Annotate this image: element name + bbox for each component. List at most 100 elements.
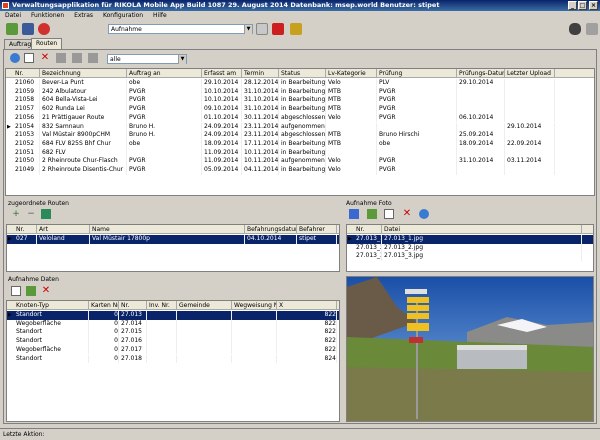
- table-row[interactable]: 21057 602 Runda Lei PVGR 09.10.2014 31.10.20…: [6, 105, 594, 114]
- column-header[interactable]: Befahrungsdatum: [245, 225, 297, 234]
- photo-view-icon[interactable]: [349, 209, 359, 219]
- save-icon[interactable]: [22, 23, 34, 35]
- menu-hilfe[interactable]: Hilfe: [153, 12, 167, 19]
- table-row[interactable]: 21050 2 Rheinroute Chur-Flasch PVGR 11.09.2…: [6, 157, 594, 166]
- column-header[interactable]: Nr.: [119, 301, 147, 310]
- table-row[interactable]: Standort 0 27.016 822: [7, 337, 339, 346]
- table-row[interactable]: 21053 Val Müstair 8900pCHM Bruno H. 24.09.2…: [6, 131, 594, 140]
- table-row[interactable]: 27.013_2 27.013_2.jpg: [347, 243, 593, 253]
- close-button[interactable]: ×: [589, 1, 598, 10]
- binoculars-icon[interactable]: [569, 23, 581, 35]
- add-icon[interactable]: +: [11, 209, 21, 219]
- table-row[interactable]: 21054 832 Samnaun Bruno H. 24.09.2014 23.11.…: [6, 122, 594, 132]
- column-header[interactable]: Name: [90, 225, 245, 234]
- column-header[interactable]: Prüfungs-Datum: [457, 69, 505, 78]
- settings-icon[interactable]: [586, 23, 598, 35]
- column-header[interactable]: Lv-Kategorie: [326, 69, 377, 78]
- menu-extras[interactable]: Extras: [74, 12, 93, 19]
- column-header[interactable]: Wegweisung Nr.: [232, 301, 277, 310]
- data-delete-icon[interactable]: ✕: [41, 286, 51, 296]
- delete-icon[interactable]: ✕: [40, 53, 50, 63]
- table-cell: in Bearbeitung: [281, 105, 326, 114]
- table-row[interactable]: 027 Veloland Val Müstair 17800p 04.10.2014 s…: [7, 235, 339, 244]
- menu-datei[interactable]: Datei: [5, 12, 21, 19]
- map-icon[interactable]: [41, 209, 51, 219]
- table-cell: PVGR: [127, 166, 202, 175]
- column-header[interactable]: Letzter Upload: [505, 69, 555, 78]
- photo-delete-icon[interactable]: ✕: [402, 209, 412, 219]
- table-cell: PVGR: [127, 113, 202, 123]
- column-header[interactable]: Nr.: [354, 225, 382, 234]
- table-cell: [177, 354, 232, 364]
- upload-icon[interactable]: [56, 53, 66, 63]
- tab-routen[interactable]: Routen: [31, 38, 63, 49]
- menu-konfiguration[interactable]: Konfiguration: [103, 12, 143, 19]
- new-document-icon[interactable]: [24, 53, 34, 63]
- minimize-button[interactable]: _: [568, 1, 577, 10]
- menu-funktionen[interactable]: Funktionen: [31, 12, 64, 19]
- download-icon[interactable]: [72, 53, 82, 63]
- column-header[interactable]: Status: [279, 69, 326, 78]
- table-cell: [457, 148, 505, 158]
- column-header[interactable]: Befahrer: [297, 225, 337, 234]
- column-header[interactable]: Nr.: [13, 69, 40, 78]
- table-cell: 18.09.2014: [457, 139, 505, 149]
- table-row[interactable]: 21056 21 Prättigauer Route PVGR 01.10.2014 3…: [6, 113, 594, 123]
- table-row[interactable]: Standort 0 27.018 824: [7, 354, 339, 364]
- data-copy-icon[interactable]: [26, 286, 36, 296]
- table-cell: 21052: [13, 139, 40, 149]
- photo-refresh-icon[interactable]: [419, 209, 429, 219]
- report-select[interactable]: Aufnahme ▼: [108, 24, 253, 34]
- column-header[interactable]: Knoten-Typ: [14, 301, 89, 310]
- column-header[interactable]: Gemeinde: [177, 301, 232, 310]
- refresh-icon[interactable]: [10, 53, 20, 63]
- table-cell: 23.11.2014: [244, 131, 279, 140]
- new-icon[interactable]: [6, 23, 18, 35]
- clipboard-icon[interactable]: [88, 53, 98, 63]
- stop-icon[interactable]: [38, 23, 50, 35]
- column-header[interactable]: Art: [37, 225, 90, 234]
- table-cell: PVGR: [377, 157, 457, 166]
- table-cell: 0: [89, 319, 119, 329]
- data-new-icon[interactable]: [11, 286, 21, 296]
- document-icon[interactable]: [256, 23, 268, 35]
- table-cell: [177, 319, 232, 329]
- table-row[interactable]: Standort 0 27.015 822: [7, 328, 339, 338]
- column-header[interactable]: Auftrag an: [127, 69, 202, 78]
- photo-add-icon[interactable]: [367, 209, 377, 219]
- table-row[interactable]: 21052 684 FLV 825S Bhf Chur obe 18.09.2014 1…: [6, 139, 594, 149]
- menu-bar: Datei Funktionen Extras Konfiguration Hi…: [0, 11, 600, 21]
- column-header[interactable]: X: [277, 301, 337, 310]
- column-header[interactable]: Termin: [242, 69, 279, 78]
- column-header[interactable]: Nr.: [14, 225, 37, 234]
- table-cell: Standort: [14, 337, 89, 346]
- column-header[interactable]: Karten Nr.: [89, 301, 119, 310]
- table-cell: 0: [89, 354, 119, 364]
- table-row[interactable]: Wegoberfläche 0 27.017 822: [7, 345, 339, 355]
- pdf-icon[interactable]: [272, 23, 284, 35]
- column-header[interactable]: Bezeichnung: [40, 69, 127, 78]
- table-cell: Velo: [326, 166, 377, 175]
- photo-new-icon[interactable]: [384, 209, 394, 219]
- column-header[interactable]: Prüfung: [377, 69, 457, 78]
- table-row[interactable]: 21051 682 FLV 11.09.2014 10.11.2014 in Bearb…: [6, 148, 594, 158]
- table-row[interactable]: 21059 242 Albulatour PVGR 10.10.2014 31.10.2…: [6, 87, 594, 97]
- maximize-button[interactable]: □: [578, 1, 587, 10]
- remove-icon[interactable]: −: [26, 209, 36, 219]
- column-header[interactable]: Datei: [382, 225, 582, 234]
- table-row[interactable]: 27.013_3 27.013_3.jpg: [347, 252, 593, 262]
- filter-select[interactable]: alle ▼: [107, 54, 187, 64]
- table-cell: 09.10.2014: [202, 105, 242, 114]
- table-row[interactable]: 27.013_1 27.013_1.jpg: [347, 235, 593, 244]
- table-row[interactable]: Standort 0 27.013 822: [7, 311, 339, 320]
- table-row[interactable]: 21058 604 Bella-Vista-Lei PVGR 10.10.2014 31…: [6, 96, 594, 106]
- column-header[interactable]: Erfasst am: [202, 69, 242, 78]
- column-header[interactable]: Inv. Nr.: [147, 301, 177, 310]
- table-cell: 27.014: [119, 319, 147, 329]
- edit-icon[interactable]: [290, 23, 302, 35]
- table-cell: abgeschlossen: [281, 131, 326, 140]
- table-row[interactable]: Wegoberfläche 0 27.014 822: [7, 319, 339, 329]
- table-row[interactable]: 21049 2 Rheinroute Disentis-Chur PVGR 05.09…: [6, 166, 594, 175]
- table-row[interactable]: 21060 Bever-La Punt obe 29.10.2014 28.12.201…: [6, 79, 594, 88]
- table-cell: 31.10.2014: [244, 87, 279, 97]
